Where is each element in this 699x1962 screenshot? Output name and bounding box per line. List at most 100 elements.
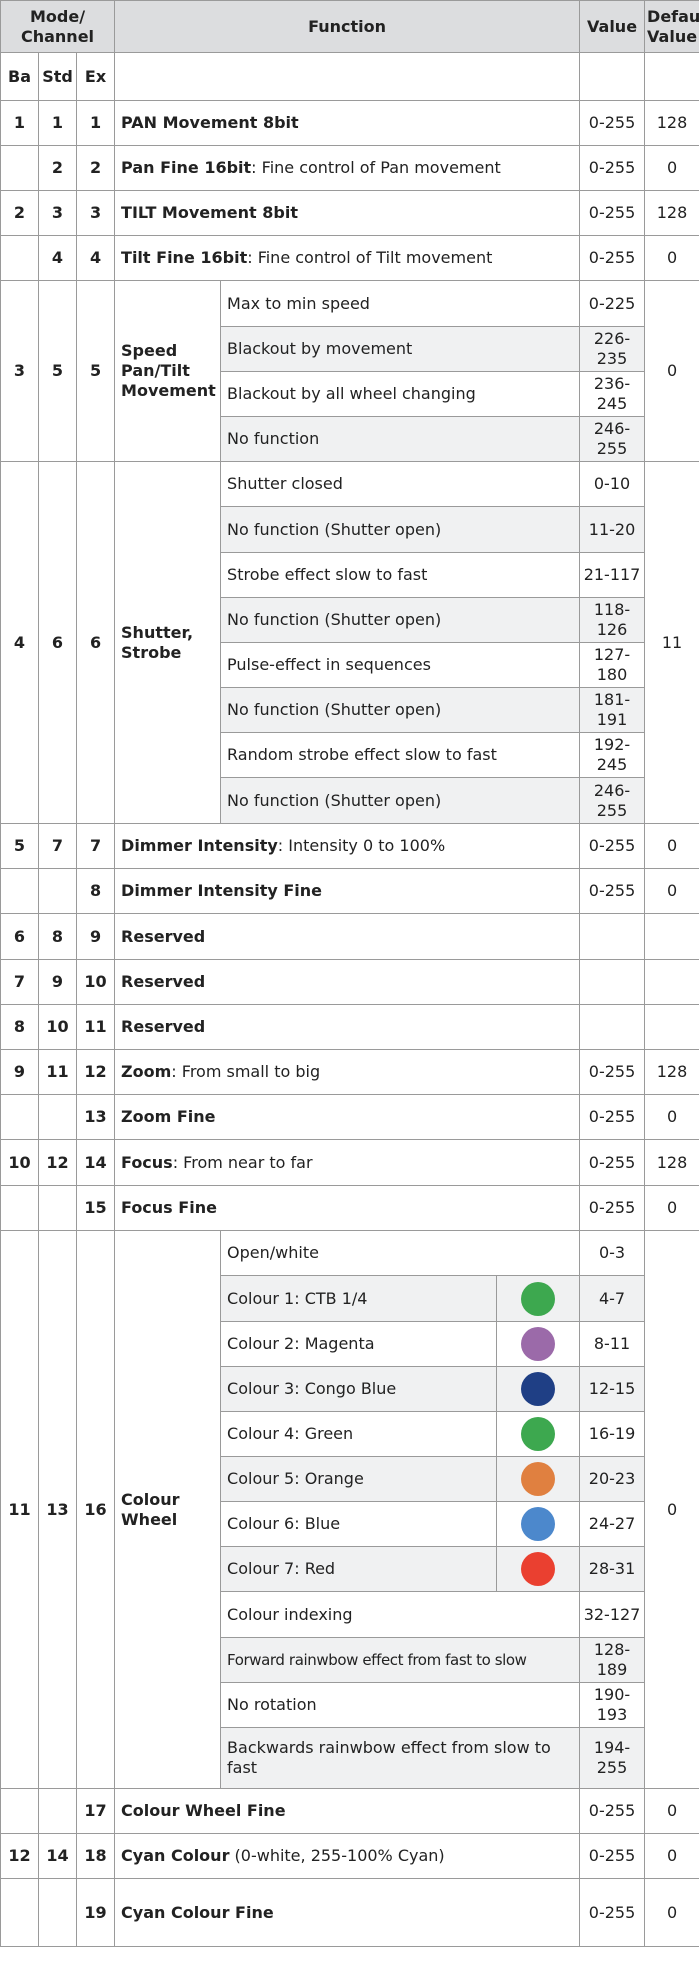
default-value xyxy=(644,1004,699,1050)
function-label: Focus Fine xyxy=(114,1185,581,1231)
value-range: 0-255 xyxy=(579,1094,646,1140)
value-range: 190-193 xyxy=(579,1682,646,1728)
value-range: 11-20 xyxy=(579,506,646,553)
value-range: 16-19 xyxy=(579,1411,646,1457)
value-range: 32-127 xyxy=(579,1591,646,1638)
channel-std: 13 xyxy=(38,1230,77,1789)
value-range: 118-126 xyxy=(579,597,646,643)
table-row: 5 7 7 Dimmer Intensity: Intensity 0 to 1… xyxy=(0,823,699,869)
table-row: 8 Dimmer Intensity Fine 0-255 0 xyxy=(0,868,699,914)
value-range: 0-255 xyxy=(579,1049,646,1095)
value-range: 0-10 xyxy=(579,461,646,507)
value-range: 0-255 xyxy=(579,1139,646,1186)
colour-swatch-cell xyxy=(496,1456,581,1502)
value-range: 24-27 xyxy=(579,1501,646,1547)
header-row: Mode/ Channel Function Value Default Val… xyxy=(0,0,699,53)
channel-std xyxy=(38,868,77,914)
sub-function: Blackout by movement xyxy=(220,326,581,372)
channel-std: 8 xyxy=(38,913,77,960)
channel-std: 12 xyxy=(38,1139,77,1186)
default-value: 128 xyxy=(644,100,699,146)
value-range: 181-191 xyxy=(579,687,646,733)
channel-ba: 9 xyxy=(0,1049,39,1095)
channel-ex: 12 xyxy=(75,1049,116,1095)
channel-std: 5 xyxy=(38,280,77,462)
channel-ex: 5 xyxy=(75,280,116,462)
sub-function: Blackout by all wheel changing xyxy=(220,371,581,417)
channel-ex: 19 xyxy=(75,1878,116,1947)
table-row: 8 10 11 Reserved xyxy=(0,1004,699,1050)
channel-ex: 8 xyxy=(75,868,116,914)
channel-std: 2 xyxy=(38,145,77,191)
colour-swatch-cell xyxy=(496,1275,581,1322)
green-swatch-icon xyxy=(521,1417,556,1451)
default-value: 0 xyxy=(644,145,699,191)
table-row: 13 Zoom Fine 0-255 0 xyxy=(0,1094,699,1140)
value-range: 0-255 xyxy=(579,145,646,191)
channel-ba: 3 xyxy=(0,280,39,462)
channel-ex: 11 xyxy=(75,1004,116,1050)
function-label: Reserved xyxy=(114,1004,581,1050)
table-row: 15 Focus Fine 0-255 0 xyxy=(0,1185,699,1231)
function-label: Shutter, Strobe xyxy=(114,461,222,824)
channel-ba: 5 xyxy=(0,823,39,869)
colour-name: Colour 7: Red xyxy=(220,1546,498,1592)
value-range: 0-255 xyxy=(579,235,646,281)
value-range: 12-15 xyxy=(579,1366,646,1412)
default-value: 0 xyxy=(644,1833,699,1879)
sub-function: Open/white xyxy=(220,1230,581,1276)
channel-ex: 4 xyxy=(75,235,116,281)
value-range: 0-255 xyxy=(579,1788,646,1834)
colour-name: Colour 5: Orange xyxy=(220,1456,498,1502)
function-label: Reserved xyxy=(114,913,581,960)
channel-ba: 4 xyxy=(0,461,39,824)
default-value: 0 xyxy=(644,235,699,281)
channel-ba xyxy=(0,1878,39,1947)
colour-swatch-cell xyxy=(496,1321,581,1367)
sub-function: Shutter closed xyxy=(220,461,581,507)
channel-ex: 2 xyxy=(75,145,116,191)
sub-function: No function (Shutter open) xyxy=(220,777,581,824)
channel-ba: 12 xyxy=(0,1833,39,1879)
table-row: 2 2 Pan Fine 16bit: Fine control of Pan … xyxy=(0,145,699,191)
channel-std: 9 xyxy=(38,959,77,1005)
channel-std: 3 xyxy=(38,190,77,236)
channel-ba: 6 xyxy=(0,913,39,960)
table-row: 12 14 18 Cyan Colour (0-white, 255-100% … xyxy=(0,1833,699,1879)
channel-ba: 1 xyxy=(0,100,39,146)
value-range: 246-255 xyxy=(579,777,646,824)
sub-function: Forward rainwbow effect from fast to slo… xyxy=(220,1637,581,1683)
value-range: 226-235 xyxy=(579,326,646,372)
value-range: 194-255 xyxy=(579,1727,646,1789)
channel-ba: 10 xyxy=(0,1139,39,1186)
channel-ba xyxy=(0,1094,39,1140)
table-row: 19 Cyan Colour Fine 0-255 0 xyxy=(0,1878,699,1947)
default-value: 0 xyxy=(644,1878,699,1947)
channel-ex: 18 xyxy=(75,1833,116,1879)
function-label: Cyan Colour xyxy=(121,1846,230,1865)
header-ex: Ex xyxy=(75,52,116,101)
function-description: : From small to big xyxy=(171,1062,321,1081)
sub-function: Pulse-effect in sequences xyxy=(220,642,581,688)
function-description: : Fine control of Tilt movement xyxy=(247,248,493,267)
channel-ba xyxy=(0,868,39,914)
default-value: 128 xyxy=(644,1049,699,1095)
channel-std xyxy=(38,1185,77,1231)
default-value: 0 xyxy=(644,280,699,462)
function-label: Focus xyxy=(121,1152,173,1172)
sub-function: No function xyxy=(220,416,581,462)
channel-std: 14 xyxy=(38,1833,77,1879)
channel-std xyxy=(38,1788,77,1834)
value-range: 0-3 xyxy=(579,1230,646,1276)
channel-std xyxy=(38,1094,77,1140)
value-range xyxy=(579,913,646,960)
function-label: Pan Fine 16bit xyxy=(121,158,252,177)
function-label: Speed Pan/Tilt Movement xyxy=(114,280,222,462)
channel-ex: 3 xyxy=(75,190,116,236)
table-row: 3 5 5 Speed Pan/Tilt Movement Max to min… xyxy=(0,280,699,462)
default-value: 0 xyxy=(644,1094,699,1140)
table-row: 4 6 6 Shutter, Strobe Shutter closed 0-1… xyxy=(0,461,699,824)
header-std: Std xyxy=(38,52,77,101)
default-value: 128 xyxy=(644,190,699,236)
default-value: 0 xyxy=(644,1230,699,1789)
